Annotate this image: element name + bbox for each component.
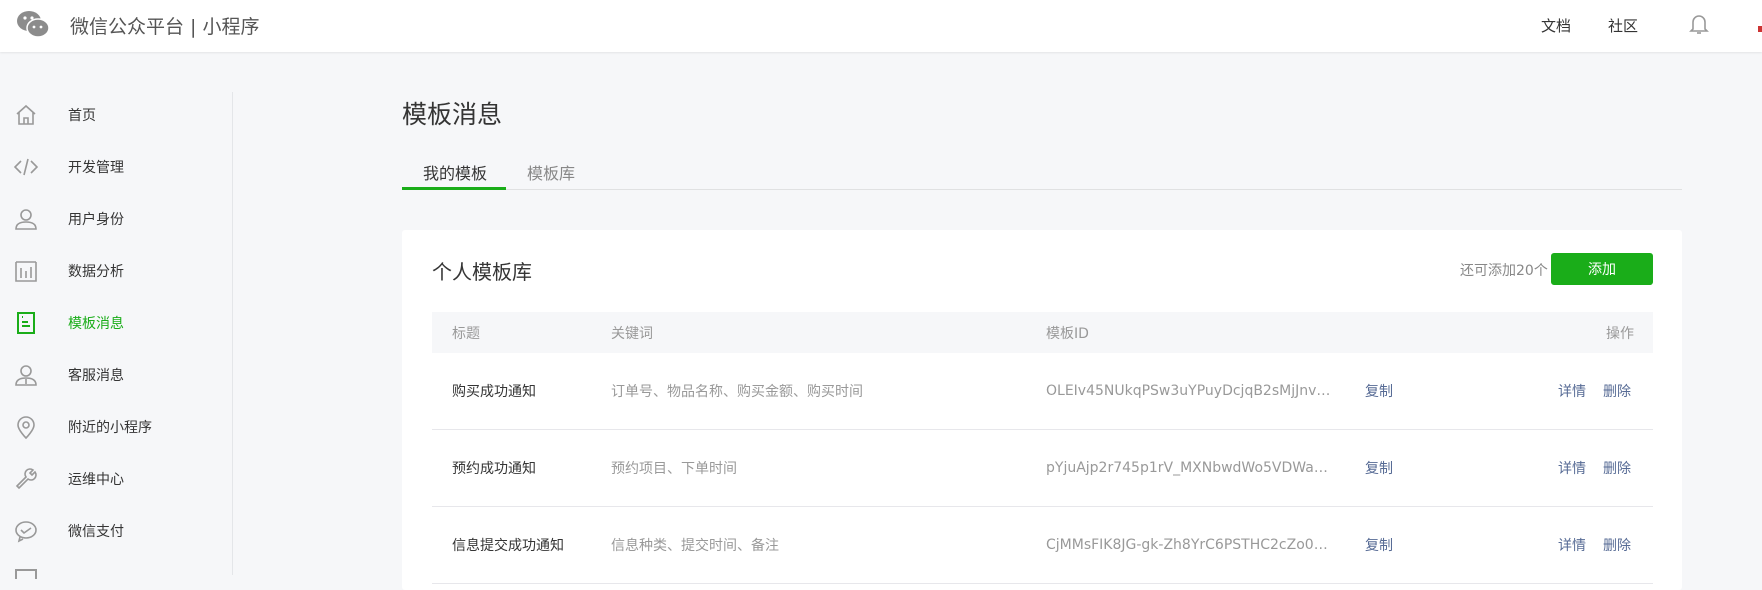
copy-link[interactable]: 复制	[1365, 535, 1393, 555]
card-title: 个人模板库	[432, 260, 532, 284]
tab-template-library[interactable]: 模板库	[527, 160, 575, 184]
more-icon	[15, 569, 37, 579]
community-link[interactable]: 社区	[1608, 15, 1638, 36]
copy-link[interactable]: 复制	[1365, 458, 1393, 478]
column-title: 标题	[452, 325, 480, 342]
row-title: 预约成功通知	[452, 461, 536, 477]
column-template-id: 模板ID	[1046, 325, 1089, 342]
row-template-id: pYjuAjp2r745p1rV_MXNbwdWo5VDWaa_B...	[1046, 460, 1336, 476]
tab-my-templates[interactable]: 我的模板	[423, 160, 487, 184]
row-template-id: CjMMsFIK8JG-gk-Zh8YrC6PSTHC2cZo0MiS...	[1046, 537, 1336, 553]
delete-link[interactable]: 删除	[1603, 458, 1631, 478]
row-keywords: 预约项目、下单时间	[611, 461, 737, 477]
row-keywords: 信息种类、提交时间、备注	[611, 538, 779, 554]
active-tab-indicator	[402, 187, 506, 190]
location-icon	[17, 416, 35, 439]
docs-link[interactable]: 文档	[1541, 15, 1571, 36]
row-title: 购买成功通知	[452, 384, 536, 400]
add-button[interactable]: 添加	[1551, 253, 1653, 285]
sidebar-item-analytics[interactable]: 数据分析	[0, 251, 232, 291]
sidebar-item-label: 运维中心	[68, 472, 124, 488]
row-template-id: OLEIv45NUkqPSw3uYPuyDcjqB2sMjJnvSa...	[1046, 383, 1336, 399]
sidebar-item-label: 附近的小程序	[68, 420, 152, 436]
sidebar-item-nearby[interactable]: 附近的小程序	[0, 407, 232, 447]
sidebar-divider	[232, 92, 233, 575]
sidebar-item-customer-service[interactable]: 客服消息	[0, 355, 232, 395]
tab-bar: 我的模板 模板库	[402, 152, 1682, 190]
customer-service-icon	[15, 365, 37, 386]
column-actions: 操作	[1606, 325, 1634, 342]
sidebar-item-label: 首页	[68, 108, 96, 124]
bell-icon[interactable]	[1688, 12, 1710, 36]
table-row: 购买成功通知 订单号、物品名称、购买金额、购买时间 OLEIv45NUkqPSw…	[432, 353, 1653, 430]
page-title: 模板消息	[402, 100, 503, 129]
sidebar-item-label: 客服消息	[68, 368, 124, 384]
brand-title: 微信公众平台 | 小程序	[70, 16, 260, 38]
sidebar-item-home[interactable]: 首页	[0, 95, 232, 135]
detail-link[interactable]: 详情	[1558, 458, 1586, 478]
row-keywords: 订单号、物品名称、购买金额、购买时间	[611, 384, 863, 400]
template-card: 个人模板库 还可添加20个 添加 标题 关键词 模板ID 操作 购买成功通知 订…	[402, 230, 1682, 590]
column-keywords: 关键词	[611, 325, 653, 342]
delete-link[interactable]: 删除	[1603, 535, 1631, 555]
sidebar-item-ops[interactable]: 运维中心	[0, 459, 232, 499]
template-icon	[17, 312, 35, 334]
copy-link[interactable]: 复制	[1365, 381, 1393, 401]
remaining-count: 还可添加20个	[1460, 263, 1548, 279]
wechat-pay-icon	[15, 521, 37, 543]
user-icon	[15, 209, 37, 230]
code-icon	[14, 158, 38, 176]
sidebar-item-dev[interactable]: 开发管理	[0, 147, 232, 187]
home-icon	[16, 104, 36, 125]
sidebar-item-template[interactable]: 模板消息	[0, 303, 232, 343]
sidebar-item-pay[interactable]: 微信支付	[0, 511, 232, 551]
sidebar-item-label: 用户身份	[68, 212, 124, 228]
sidebar-item-label: 微信支付	[68, 524, 124, 540]
delete-link[interactable]: 删除	[1603, 381, 1631, 401]
sidebar-item-label: 数据分析	[68, 264, 124, 280]
wechat-logo-icon	[17, 11, 50, 38]
detail-link[interactable]: 详情	[1558, 381, 1586, 401]
row-title: 信息提交成功通知	[452, 538, 564, 554]
sidebar-item-user[interactable]: 用户身份	[0, 199, 232, 239]
table-row: 信息提交成功通知 信息种类、提交时间、备注 CjMMsFIK8JG-gk-Zh8…	[432, 507, 1653, 584]
sidebar-item-label: 开发管理	[68, 160, 124, 176]
detail-link[interactable]: 详情	[1558, 535, 1586, 555]
wrench-icon	[15, 468, 37, 490]
table-row: 预约成功通知 预约项目、下单时间 pYjuAjp2r745p1rV_MXNbwd…	[432, 430, 1653, 507]
sidebar-item-label: 模板消息	[68, 316, 124, 332]
table-header: 标题 关键词 模板ID 操作	[432, 312, 1653, 353]
top-header: 微信公众平台 | 小程序 文档 社区	[0, 0, 1762, 52]
avatar[interactable]	[1758, 26, 1762, 32]
chart-icon	[15, 261, 37, 282]
